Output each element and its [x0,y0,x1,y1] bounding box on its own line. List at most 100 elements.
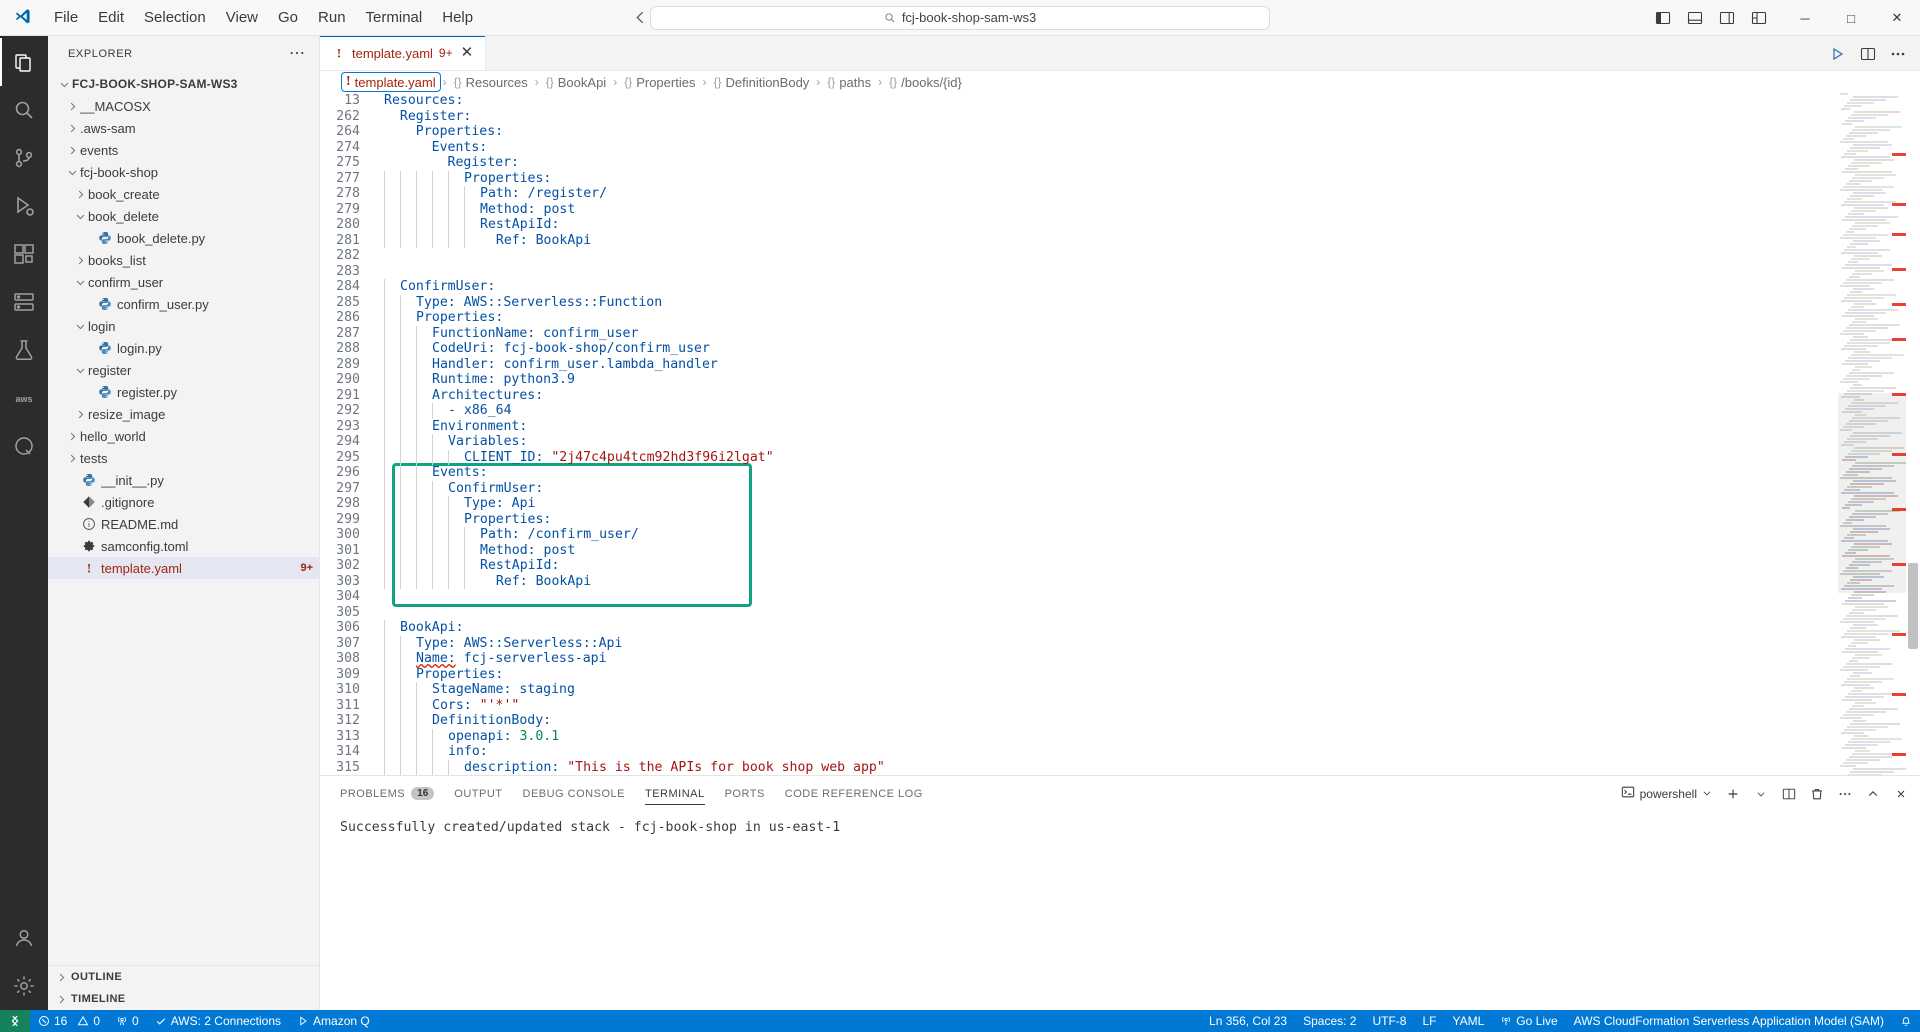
menu-selection[interactable]: Selection [134,5,216,30]
run-icon[interactable] [1824,41,1852,67]
chevron-right-icon[interactable] [64,101,80,112]
chevron-right-icon[interactable] [64,431,80,442]
close-icon[interactable]: ✕ [459,45,476,60]
tree-item-resize-image[interactable]: resize_image [48,403,319,425]
tree-item-tests[interactable]: tests [48,447,319,469]
tree-item-macosx[interactable]: __MACOSX [48,95,319,117]
explorer-icon[interactable] [0,38,48,86]
chevron-down-icon[interactable] [72,211,88,222]
code-editor[interactable]: 13 Resources: 262 Register: 264 Properties:… [320,93,1920,775]
chevron-right-icon[interactable] [64,145,80,156]
tree-item-readme-md[interactable]: README.md [48,513,319,535]
tree-item-confirm-user[interactable]: confirm_user [48,271,319,293]
sam-status[interactable]: AWS CloudFormation Serverless Applicatio… [1566,1010,1892,1032]
tab-terminal[interactable]: TERMINAL [644,776,705,811]
tab-output[interactable]: OUTPUT [454,776,502,811]
search-icon[interactable] [0,86,48,134]
sidebar-section-outline[interactable]: OUTLINE [48,966,319,988]
aws-connections-status[interactable]: AWS: 2 Connections [147,1010,289,1032]
indentation-status[interactable]: Spaces: 2 [1295,1010,1364,1032]
minimize-button[interactable]: ─ [1782,0,1828,36]
notifications-status[interactable] [1892,1010,1920,1032]
menu-run[interactable]: Run [308,5,356,30]
split-terminal-icon[interactable] [1776,782,1802,806]
breadcrumb-item-paths[interactable]: {} paths [823,74,875,91]
tree-item-login[interactable]: login [48,315,319,337]
chevron-down-icon[interactable] [72,321,88,332]
accounts-icon[interactable] [0,914,48,962]
remote-explorer-icon[interactable] [0,278,48,326]
tree-item-aws-sam[interactable]: .aws-sam [48,117,319,139]
chevron-right-icon[interactable] [64,453,80,464]
tree-item-book-delete[interactable]: book_delete [48,205,319,227]
tree-item-hello-world[interactable]: hello_world [48,425,319,447]
tree-item-fcj-book-shop[interactable]: fcj-book-shop [48,161,319,183]
chevron-down-icon[interactable] [72,277,88,288]
extensions-icon[interactable] [0,230,48,278]
chevron-right-icon[interactable] [72,255,88,266]
tab-problems[interactable]: PROBLEMS 16 [340,776,435,811]
chevron-down-icon[interactable] [1702,787,1712,801]
tab-debug-console[interactable]: DEBUG CONSOLE [523,776,625,811]
tree-item-samconfig-toml[interactable]: samconfig.toml [48,535,319,557]
cursor-position-status[interactable]: Ln 356, Col 23 [1201,1010,1295,1032]
more-actions-icon[interactable] [1884,41,1912,67]
close-panel-icon[interactable] [1888,782,1914,806]
breadcrumb-item-template-yaml[interactable]: ! template.yaml [341,72,441,92]
run-debug-icon[interactable] [0,182,48,230]
terminal-output[interactable]: Successfully created/updated stack - fcj… [320,811,1920,1010]
tab-ports[interactable]: PORTS [725,776,765,811]
kill-terminal-icon[interactable] [1804,782,1830,806]
amazon-q-icon[interactable] [0,422,48,470]
remote-window-icon[interactable] [0,1010,30,1032]
command-center[interactable]: fcj-book-shop-sam-ws3 [650,5,1270,30]
breadcrumb-item-definitionbody[interactable]: {} DefinitionBody [709,74,813,91]
sidebar-section-timeline[interactable]: TIMELINE [48,988,319,1010]
menu-view[interactable]: View [216,5,268,30]
testing-icon[interactable] [0,326,48,374]
breadcrumb-item-bookapi[interactable]: {} BookApi [542,74,610,91]
tree-item-fcj-book-shop-sam-ws3[interactable]: FCJ-BOOK-SHOP-SAM-WS3 [48,73,319,95]
tree-item-gitignore[interactable]: .gitignore [48,491,319,513]
tree-item-book-create[interactable]: book_create [48,183,319,205]
toggle-secondary-sidebar-icon[interactable] [1712,5,1742,31]
tree-item-register-py[interactable]: register.py [48,381,319,403]
new-terminal-icon[interactable] [1720,782,1746,806]
split-editor-icon[interactable] [1854,41,1882,67]
settings-gear-icon[interactable] [0,962,48,1010]
scrollbar-thumb[interactable] [1908,563,1918,649]
close-button[interactable]: ✕ [1874,0,1920,36]
toggle-panel-icon[interactable] [1680,5,1710,31]
tree-item-books-list[interactable]: books_list [48,249,319,271]
tree-item-register[interactable]: register [48,359,319,381]
minimap[interactable] [1838,93,1906,775]
toggle-primary-sidebar-icon[interactable] [1648,5,1678,31]
arrow-left-icon[interactable] [632,9,649,26]
tab-template-yaml[interactable]: ! template.yaml 9+ ✕ [320,36,487,70]
breadcrumb-item-books-id[interactable]: {}/books/{id} [885,74,966,91]
ports-status[interactable]: 0 [108,1010,147,1032]
menu-help[interactable]: Help [432,5,483,30]
ellipsis-icon[interactable]: ⋯ [283,45,311,61]
maximize-button[interactable]: □ [1828,0,1874,36]
tree-item-book-delete-py[interactable]: book_delete.py [48,227,319,249]
chevron-right-icon[interactable] [72,409,88,420]
menu-file[interactable]: File [44,5,88,30]
tree-item-init-py[interactable]: __init__.py [48,469,319,491]
terminal-shell-selector[interactable]: powershell [1615,782,1718,805]
menu-edit[interactable]: Edit [88,5,134,30]
maximize-panel-icon[interactable] [1860,782,1886,806]
breadcrumb-item-resources[interactable]: {} Resources [450,74,532,91]
language-mode-status[interactable]: YAML [1445,1010,1493,1032]
tree-item-confirm-user-py[interactable]: confirm_user.py [48,293,319,315]
amazon-q-status[interactable]: Amazon Q [289,1010,378,1032]
tree-item-template-yaml[interactable]: ! template.yaml 9+ [48,557,319,579]
tree-item-events[interactable]: events [48,139,319,161]
chevron-down-icon[interactable] [1748,782,1774,806]
eol-status[interactable]: LF [1414,1010,1444,1032]
encoding-status[interactable]: UTF-8 [1364,1010,1414,1032]
editor-scrollbar[interactable] [1906,93,1920,775]
chevron-down-icon[interactable] [56,79,72,90]
menu-terminal[interactable]: Terminal [356,5,433,30]
chevron-right-icon[interactable] [64,123,80,134]
